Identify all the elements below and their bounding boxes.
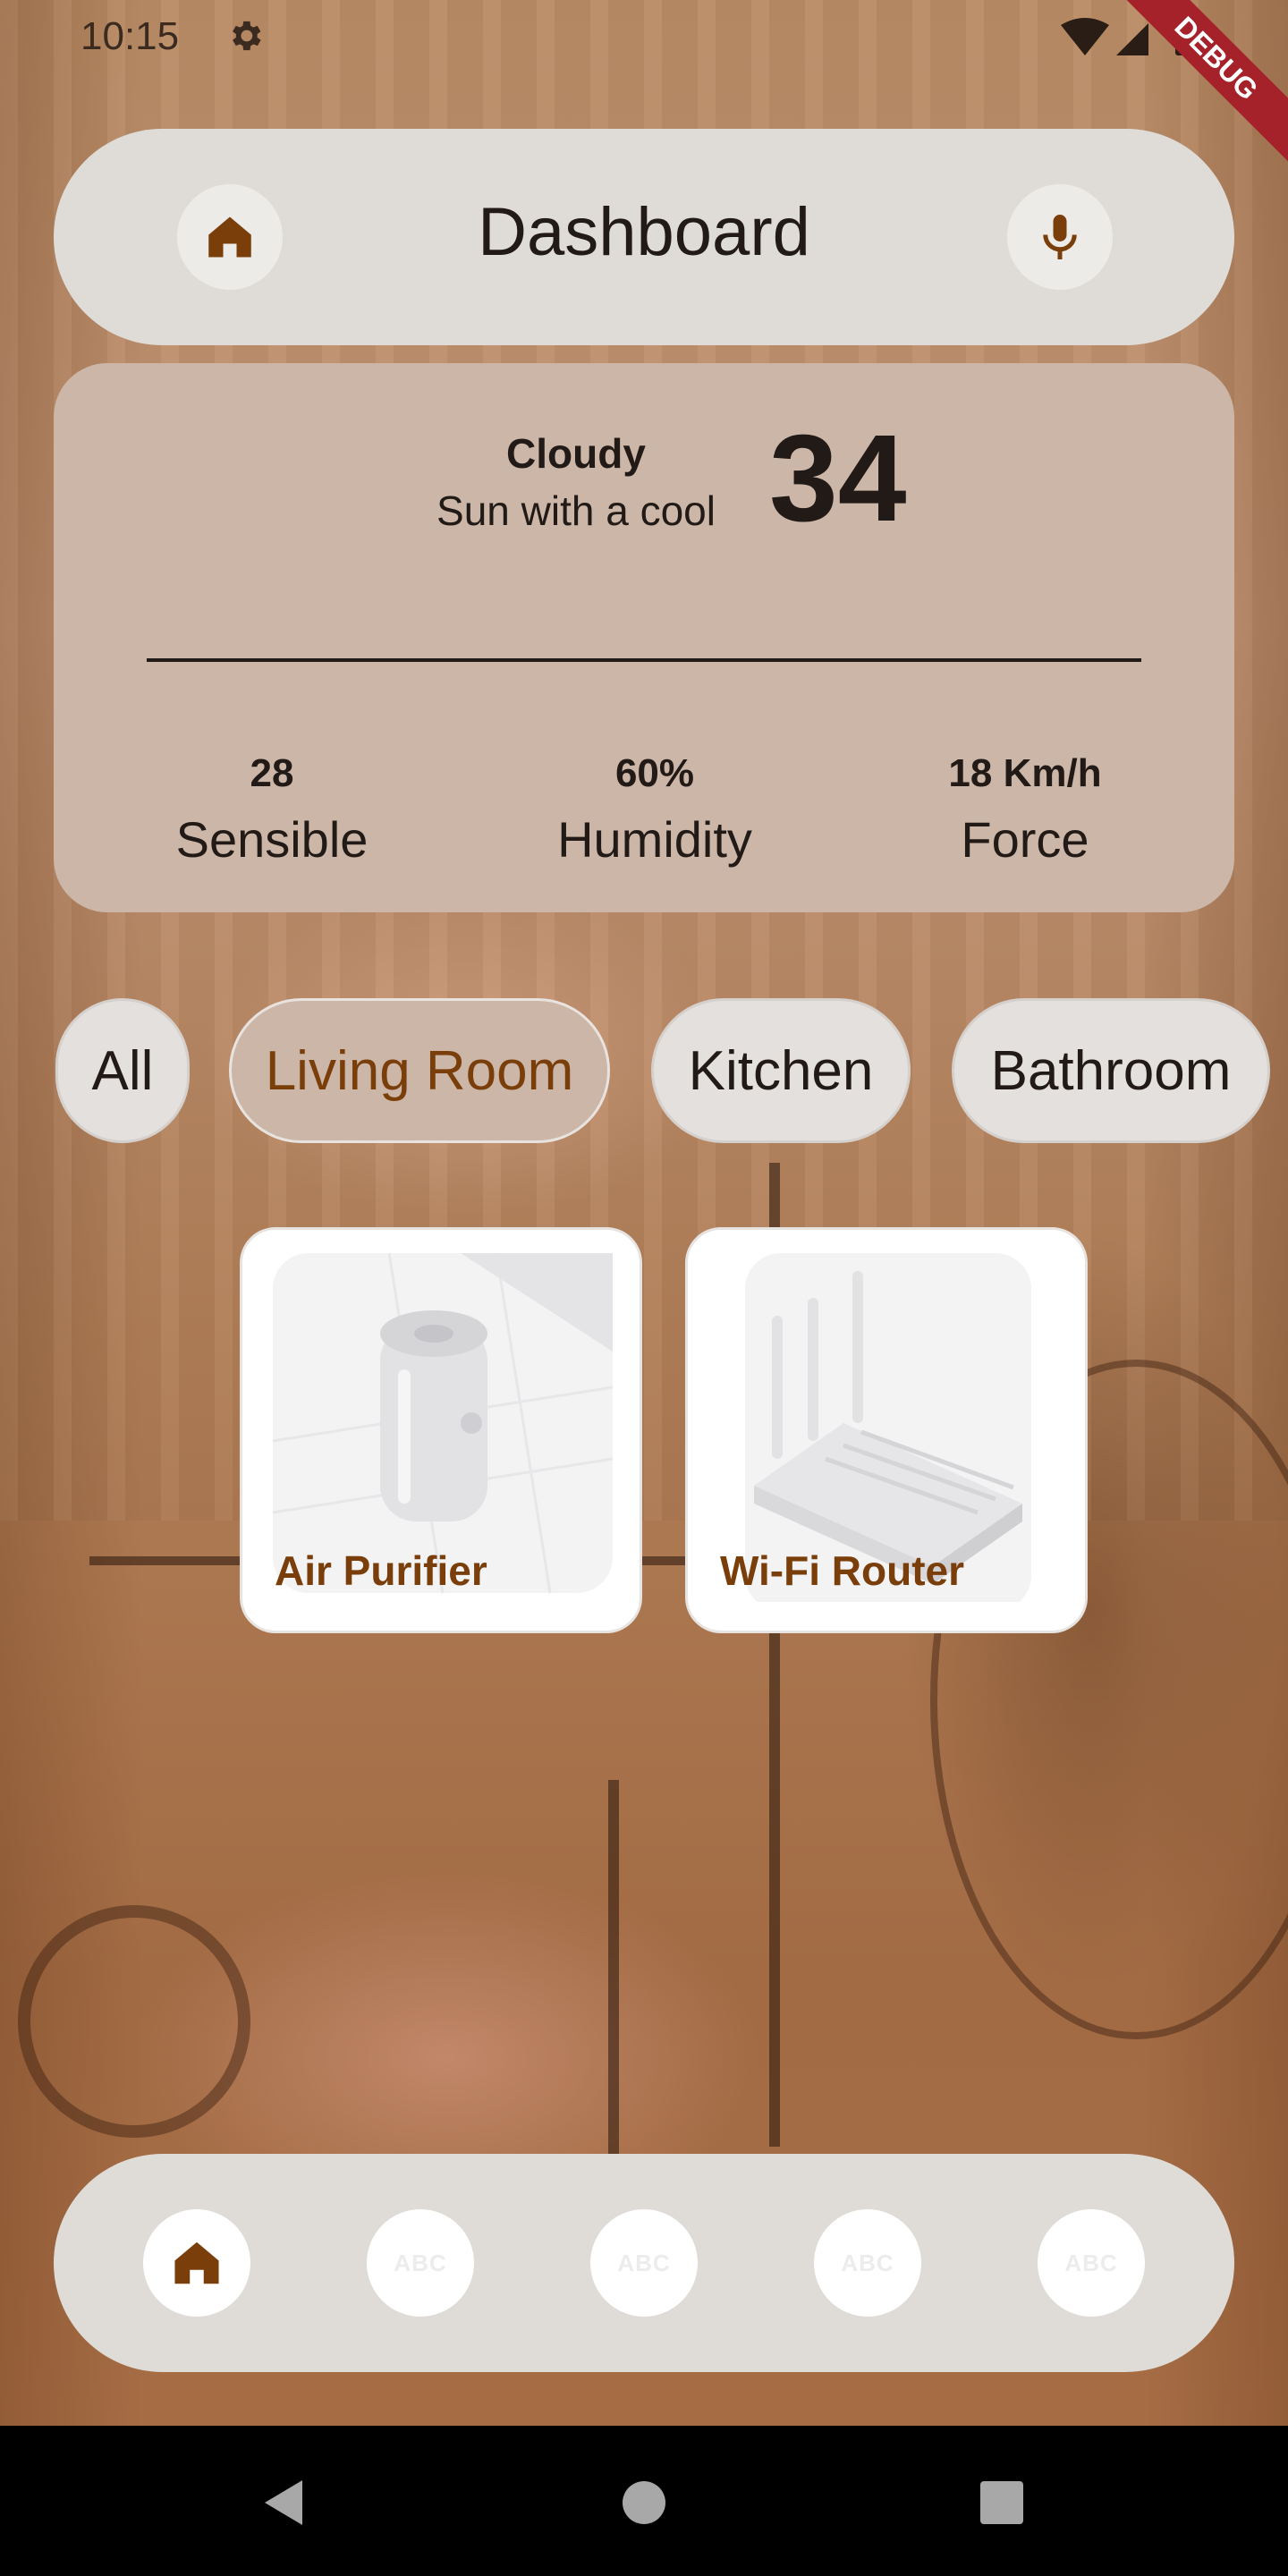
room-chip-kitchen[interactable]: Kitchen: [651, 998, 911, 1143]
stat-label: Force: [961, 811, 1089, 868]
device-name: Air Purifier: [275, 1547, 487, 1594]
placeholder-icon: ABC: [617, 2249, 671, 2276]
stat-value: 18 Km/h: [948, 751, 1102, 795]
placeholder-icon: ABC: [1064, 2249, 1118, 2276]
weather-condition: Cloudy: [506, 430, 646, 477]
temperature-value: 34: [769, 410, 907, 547]
placeholder-icon: ABC: [841, 2249, 894, 2276]
room-chip-all[interactable]: All: [55, 998, 190, 1143]
nav-home-button[interactable]: [143, 2209, 250, 2317]
nav-button-2[interactable]: ABC: [367, 2209, 474, 2317]
nav-button-3[interactable]: ABC: [590, 2209, 698, 2317]
weather-stat-force: 18 Km/h Force: [873, 751, 1177, 869]
wheelchair-frame-graphic: [608, 1780, 619, 2156]
status-bar: 10:15 DEBUG: [0, 0, 1288, 169]
header-bar: Dashboard: [54, 129, 1234, 345]
status-time: 10:15: [80, 14, 180, 58]
microphone-button[interactable]: [1007, 184, 1113, 290]
bottom-nav: ABC ABC ABC ABC: [54, 2154, 1234, 2372]
home-circle-icon[interactable]: [617, 2476, 671, 2529]
wifi-icon: [1061, 18, 1109, 55]
placeholder-icon: ABC: [394, 2249, 447, 2276]
gear-icon: [233, 21, 261, 51]
device-card-air-purifier[interactable]: Air Purifier: [240, 1227, 642, 1633]
device-card-wifi-router[interactable]: Wi-Fi Router: [685, 1227, 1088, 1633]
device-name: Wi-Fi Router: [720, 1547, 964, 1594]
wheelchair-wheel-graphic: [18, 1905, 250, 2138]
stat-value: 60%: [614, 751, 695, 795]
signal-icon: [1116, 23, 1148, 55]
room-chip-bathroom[interactable]: Bathroom: [952, 998, 1270, 1143]
back-icon[interactable]: [258, 2476, 311, 2529]
room-chip-living-room[interactable]: Living Room: [229, 998, 610, 1143]
weather-stat-sensible: 28 Sensible: [120, 751, 424, 869]
home-icon: [174, 2241, 219, 2284]
weather-stat-humidity: 60% Humidity: [503, 751, 807, 869]
stat-value: 28: [250, 751, 294, 795]
divider: [147, 658, 1141, 662]
weather-card: Cloudy Sun with a cool 34 28 Sensible 60…: [54, 363, 1234, 912]
microphone-icon: [1043, 215, 1077, 259]
stat-label: Sensible: [175, 811, 369, 868]
weather-description: Sun with a cool: [436, 487, 716, 534]
stat-label: Humidity: [557, 811, 752, 868]
recents-icon[interactable]: [975, 2476, 1029, 2529]
nav-button-4[interactable]: ABC: [814, 2209, 921, 2317]
nav-button-5[interactable]: ABC: [1038, 2209, 1145, 2317]
system-nav-bar: [0, 2426, 1288, 2576]
